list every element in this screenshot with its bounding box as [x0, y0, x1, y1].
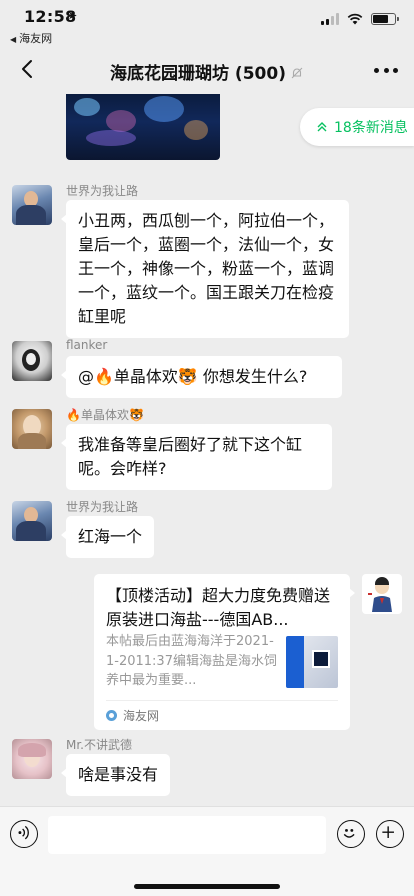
sender-name: Mr.不讲武德 — [66, 738, 133, 752]
avatar[interactable] — [12, 341, 52, 381]
wifi-icon — [347, 13, 363, 25]
avatar[interactable] — [12, 185, 52, 225]
message-bubble[interactable]: 红海一个 — [60, 516, 155, 558]
sender-name: 世界为我让路 — [66, 184, 139, 198]
new-messages-label: 18条新消息 — [334, 120, 408, 136]
card-title: 【顶楼活动】超大力度免费赠送原装进口海盐---德国AB... — [106, 586, 331, 629]
voice-input-button[interactable] — [10, 820, 38, 848]
card-body: 本帖最后由蓝海海洋于2021-1-2011:37编辑海盐是海水饲养中最为重要..… — [94, 632, 350, 692]
more-options-icon[interactable] — [374, 60, 398, 80]
message-bubble[interactable]: 我准备等皇后圈好了就下这个缸呢。会咋样? — [61, 424, 332, 490]
card-thumbnail — [286, 636, 338, 688]
message-bubble[interactable]: 啥是事没有 — [60, 754, 171, 796]
source-app-icon — [106, 710, 117, 721]
smiley-icon — [343, 828, 355, 838]
status-bar: 12:58 ➤ ◀ 海友网 — [0, 0, 414, 46]
nav-bar: 海底花园珊瑚坊 (500) — [0, 46, 414, 94]
aquarium-photo-message[interactable] — [66, 94, 220, 160]
card-source: 海友网 — [123, 709, 160, 723]
shared-link-card[interactable]: 【顶楼活动】超大力度免费赠送原装进口海盐---德国AB... 本帖最后由蓝海海洋… — [94, 574, 355, 730]
card-footer: 海友网 — [106, 700, 338, 730]
mute-bell-icon — [291, 67, 303, 79]
cellular-signal-icon — [321, 13, 339, 25]
sender-name: 世界为我让路 — [66, 500, 139, 514]
voice-wave-icon — [18, 825, 29, 840]
chat-area[interactable]: 18条新消息 世界为我让路 小丑两，西瓜刨一个，阿拉伯一个，皇后一个，蓝圈一个，… — [0, 94, 414, 806]
battery-icon — [371, 13, 399, 25]
status-indicators — [321, 13, 399, 25]
message-bubble[interactable]: @🔥单晶体欢🐯 你想发生什么? — [61, 356, 342, 398]
message-input[interactable] — [48, 816, 326, 854]
sender-name: flanker — [66, 338, 108, 352]
own-avatar[interactable] — [362, 574, 402, 614]
plus-icon — [382, 826, 394, 838]
input-bar — [0, 806, 414, 896]
robot-avatar-icon — [368, 577, 392, 612]
home-indicator[interactable] — [134, 884, 280, 889]
location-arrow-icon: ➤ — [68, 9, 78, 22]
emoji-button[interactable] — [337, 820, 365, 848]
message-bubble[interactable]: 小丑两，西瓜刨一个，阿拉伯一个，皇后一个，蓝圈一个，法仙一个，女王一个，神像一个… — [61, 200, 349, 338]
card-description: 本帖最后由蓝海海洋于2021-1-2011:37编辑海盐是海水饲养中最为重要..… — [106, 634, 277, 688]
chat-title-text: 海底花园珊瑚坊 (500) — [110, 64, 286, 84]
chat-title: 海底花园珊瑚坊 (500) — [0, 59, 414, 84]
avatar[interactable] — [12, 501, 52, 541]
back-triangle-icon: ◀ — [10, 35, 17, 44]
new-messages-button[interactable]: 18条新消息 — [300, 108, 414, 146]
sender-name: 🔥单晶体欢🐯 — [66, 408, 144, 422]
back-to-app-link[interactable]: ◀ 海友网 — [10, 30, 52, 46]
back-app-label: 海友网 — [19, 32, 53, 45]
avatar[interactable] — [12, 739, 52, 779]
avatar[interactable] — [12, 409, 52, 449]
more-functions-button[interactable] — [376, 820, 404, 848]
double-chevron-up-icon — [317, 122, 327, 132]
